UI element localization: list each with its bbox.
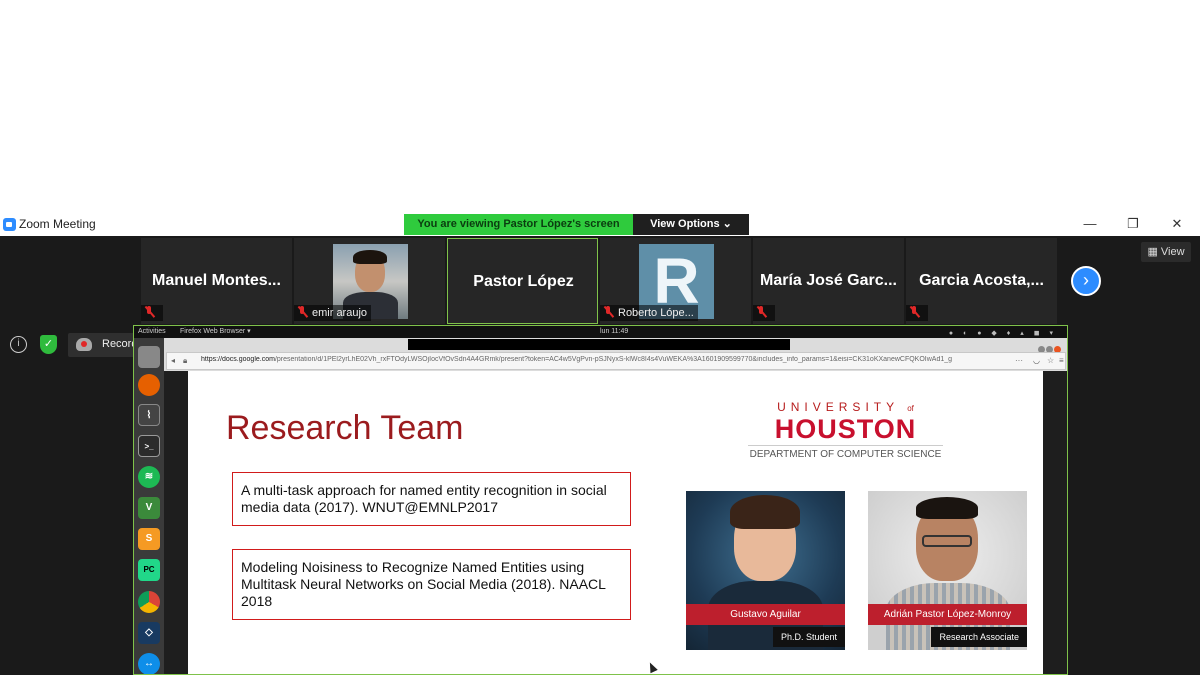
shared-screen: Activities Firefox Web Browser ▾ lun 11:… — [133, 325, 1068, 675]
mic-muted-icon — [144, 306, 155, 318]
system-monitor-icon: ⌇ — [138, 404, 160, 426]
university-logo: UNIVERSITY of HOUSTON DEPARTMENT OF COMP… — [748, 400, 943, 460]
security-shield-icon[interactable]: ✓ — [40, 335, 57, 354]
participant-tile[interactable]: emir araujo — [294, 238, 445, 324]
cloud-recording-icon — [76, 338, 92, 351]
window-title: Zoom Meeting — [19, 217, 96, 231]
participant-tile-active-speaker[interactable]: Pastor López — [447, 238, 598, 324]
logo-houston-line: HOUSTON — [748, 414, 943, 446]
browser-chrome: ◂ 🔒︎ https://docs.google.com/presentatio… — [164, 338, 1067, 371]
team-member-photo: Adrián Pastor López-Monroy Research Asso… — [868, 491, 1027, 650]
participant-tile[interactable]: R Roberto Lópe... — [600, 238, 751, 324]
view-options-label: View Options — [650, 218, 720, 230]
participant-label — [906, 305, 928, 321]
team-member-name: Gustavo Aguilar — [686, 604, 845, 625]
next-page-button[interactable]: › — [1071, 266, 1101, 296]
participant-label — [141, 305, 163, 321]
view-options-button[interactable]: View Options ⌄ — [633, 214, 749, 235]
view-label: View — [1160, 246, 1185, 258]
participant-label: Roberto Lópe... — [600, 305, 698, 321]
files-icon — [138, 346, 160, 368]
bookmark-icon[interactable]: ☆ — [1047, 356, 1054, 365]
lock-icon: 🔒︎ — [183, 356, 188, 365]
team-member-photo: Gustavo Aguilar Ph.D. Student — [686, 491, 845, 650]
logo-department-line: DEPARTMENT OF COMPUTER SCIENCE — [749, 449, 942, 460]
participant-name: Roberto Lópe... — [618, 307, 694, 319]
url-bar[interactable]: ◂ 🔒︎ https://docs.google.com/presentatio… — [166, 352, 1066, 370]
participant-label: emir araujo — [294, 305, 372, 321]
zoom-app-icon — [3, 218, 16, 231]
participant-tile[interactable]: Manuel Montes... — [141, 238, 292, 324]
participant-label — [753, 305, 775, 321]
pocket-icon[interactable]: ◡ — [1033, 356, 1040, 365]
minimize-icon[interactable]: — — [1080, 215, 1100, 233]
menu-icon[interactable]: ≡ — [1059, 356, 1064, 365]
restore-icon[interactable]: ❐ — [1123, 215, 1143, 233]
url-path: /presentation/d/1PEl2yrLhE02Vh_rxFTOdyLW… — [274, 356, 953, 363]
participant-name: emir araujo — [312, 307, 368, 319]
activities-label: Activities — [138, 328, 166, 335]
browser-window-controls — [1037, 340, 1063, 353]
desktop-dock: ⌇ >_ ≋ V S PC ◇ ↔ — [134, 338, 164, 674]
presentation-slide: Research Team UNIVERSITY of HOUSTON DEPA… — [188, 371, 1043, 674]
logo-university-line: UNIVERSITY of — [777, 400, 914, 414]
mic-muted-icon — [603, 306, 614, 318]
desktop-top-bar: Activities Firefox Web Browser ▾ lun 11:… — [134, 326, 1067, 338]
url-text[interactable]: https://docs.google.com/presentation/d/1… — [201, 356, 1011, 363]
participant-name: Manuel Montes... — [152, 272, 281, 289]
close-icon[interactable]: ✕ — [1167, 215, 1187, 233]
participant-name: Garcia Acosta,... — [919, 272, 1044, 289]
mic-muted-icon — [909, 306, 920, 318]
chrome-icon — [138, 591, 160, 613]
participant-tile[interactable]: María José Garc... — [753, 238, 904, 324]
screen-share-banner: You are viewing Pastor López's screen Vi… — [404, 214, 749, 235]
view-button[interactable]: ▦ View — [1141, 242, 1191, 262]
slide-title: Research Team — [226, 409, 464, 447]
pycharm-icon: PC — [138, 559, 160, 581]
chevron-right-icon: › — [1083, 270, 1089, 290]
zoom-window: Zoom Meeting You are viewing Pastor Lópe… — [0, 0, 1200, 675]
chevron-down-icon: ⌄ — [722, 218, 732, 230]
team-member-role: Ph.D. Student — [772, 627, 845, 647]
grid-icon: ▦ — [1147, 246, 1161, 258]
back-icon[interactable]: ◂ — [171, 356, 175, 365]
mic-muted-icon — [756, 306, 767, 318]
mic-muted-icon — [297, 306, 308, 318]
more-icon[interactable]: ··· — [1015, 356, 1023, 365]
url-host: https://docs.google.com — [201, 356, 275, 363]
vim-icon: V — [138, 497, 160, 519]
sublime-icon: S — [138, 528, 160, 550]
info-icon[interactable]: i — [10, 336, 27, 353]
terminal-icon: >_ — [138, 435, 160, 457]
redacted-bar — [408, 339, 790, 350]
team-member-role: Research Associate — [931, 627, 1027, 647]
clock: lun 11:49 — [600, 328, 629, 335]
participant-name: Pastor López — [473, 273, 574, 290]
teamviewer-icon: ↔ — [138, 653, 160, 674]
spotify-icon: ≋ — [138, 466, 160, 488]
publication-box: A multi-task approach for named entity r… — [232, 472, 631, 526]
virtualbox-icon: ◇ — [138, 622, 160, 644]
participant-tile[interactable]: Garcia Acosta,... — [906, 238, 1057, 324]
active-app-label: Firefox Web Browser ▾ — [180, 328, 251, 335]
firefox-icon — [138, 374, 160, 396]
firefox-window: ◂ 🔒︎ https://docs.google.com/presentatio… — [164, 338, 1067, 674]
viewing-screen-label: You are viewing Pastor López's screen — [404, 214, 633, 235]
publication-box: Modeling Noisiness to Recognize Named En… — [232, 549, 631, 620]
team-member-name: Adrián Pastor López-Monroy — [868, 604, 1027, 625]
participant-name: María José Garc... — [760, 272, 897, 289]
